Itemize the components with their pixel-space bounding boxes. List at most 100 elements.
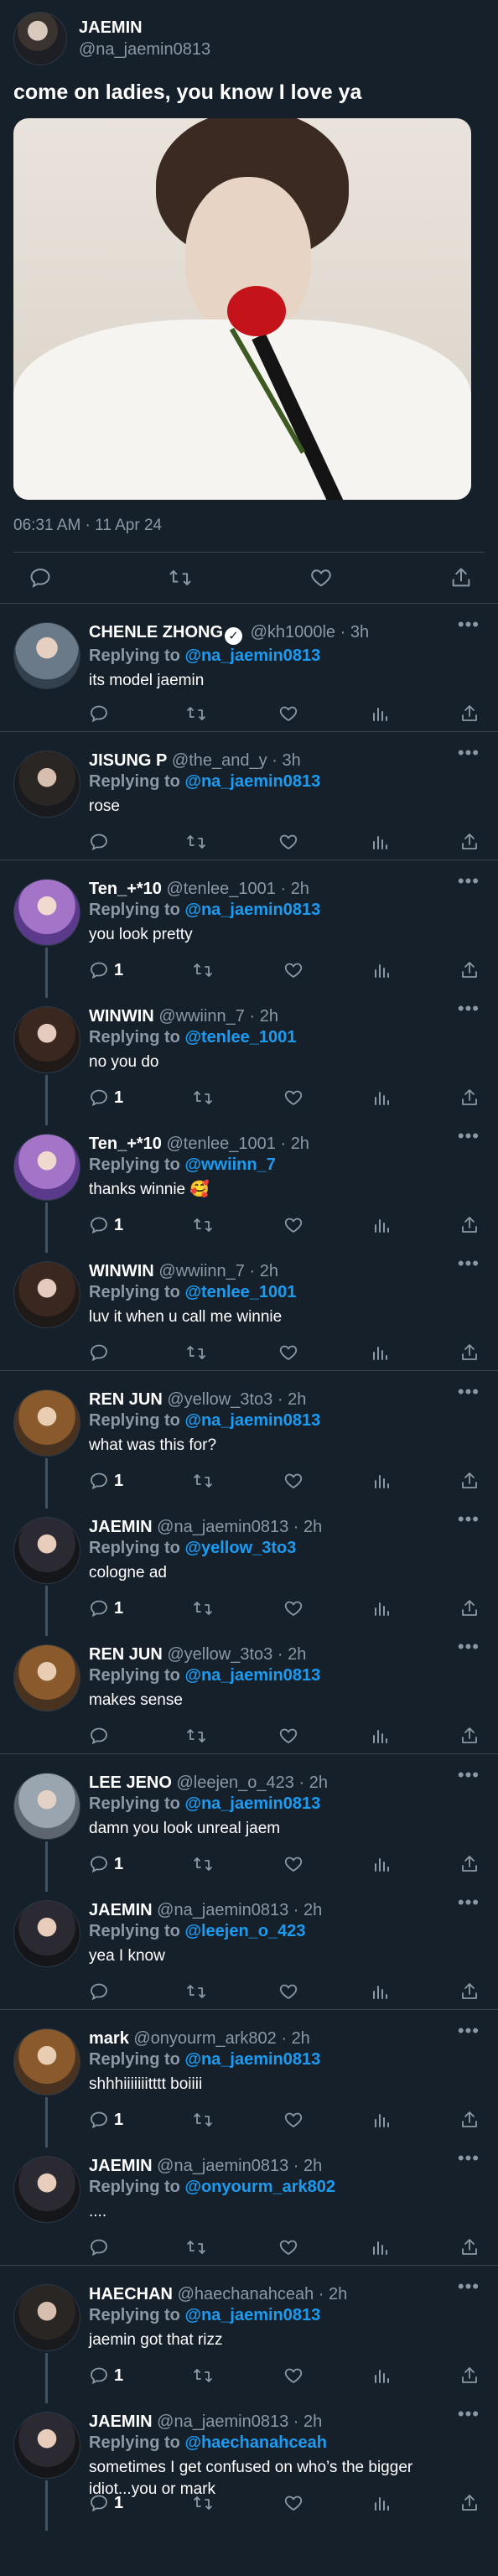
- reply-button[interactable]: [89, 1343, 114, 1363]
- retweet-button[interactable]: [192, 1215, 214, 1235]
- retweet-button[interactable]: [185, 704, 207, 724]
- avatar[interactable]: [13, 2412, 80, 2479]
- reply-tweet[interactable]: ••• REN JUN @yellow_3to3 · 2h Replying t…: [0, 1626, 498, 1754]
- like-button[interactable]: [278, 1726, 299, 1746]
- reply-author-name[interactable]: REN JUN: [89, 1645, 163, 1664]
- views-button[interactable]: [371, 1981, 389, 2002]
- reply-author-handle[interactable]: @tenlee_1001: [166, 1135, 275, 1153]
- avatar[interactable]: [13, 750, 80, 818]
- retweet-button[interactable]: [192, 2493, 214, 2513]
- avatar[interactable]: [13, 2284, 80, 2351]
- share-button[interactable]: [459, 2110, 480, 2130]
- reply-tweet[interactable]: ••• REN JUN @yellow_3to3 · 2h Replying t…: [0, 1371, 498, 1509]
- reply-author-name[interactable]: JAEMIN: [89, 1901, 153, 1919]
- replying-to-handle[interactable]: @na_jaemin0813: [184, 1411, 320, 1430]
- reply-tweet[interactable]: ••• Ten_+*10 @tenlee_1001 · 2h Replying …: [0, 1115, 498, 1253]
- reply-button[interactable]: 1: [89, 960, 123, 980]
- avatar[interactable]: [13, 2028, 80, 2096]
- avatar[interactable]: [13, 1900, 80, 1967]
- reply-button[interactable]: [89, 2237, 114, 2257]
- share-button[interactable]: [459, 1471, 480, 1491]
- reply-button[interactable]: 1: [89, 1854, 123, 1874]
- avatar[interactable]: [13, 1517, 80, 1584]
- replying-to-handle[interactable]: @na_jaemin0813: [184, 1794, 320, 1813]
- views-button[interactable]: [372, 2493, 391, 2513]
- reply-tweet[interactable]: ••• WINWIN @wwiinn_7 · 2h Replying to @t…: [0, 1243, 498, 1371]
- avatar[interactable]: [13, 1773, 80, 1840]
- retweet-button[interactable]: [192, 2366, 214, 2386]
- reply-tweet[interactable]: ••• WINWIN @wwiinn_7 · 2h Replying to @t…: [0, 988, 498, 1125]
- reply-button[interactable]: 1: [89, 1088, 123, 1108]
- share-button[interactable]: [459, 1598, 480, 1618]
- reply-author-handle[interactable]: @the_and_y: [172, 751, 267, 770]
- avatar[interactable]: [13, 12, 67, 65]
- like-button[interactable]: [283, 1215, 304, 1235]
- reply-author-handle[interactable]: @yellow_3to3: [167, 1390, 272, 1409]
- like-button[interactable]: [283, 960, 304, 980]
- reply-tweet[interactable]: ••• JISUNG P @the_and_y · 3h Replying to…: [0, 732, 498, 860]
- reply-author-handle[interactable]: @kh1000le: [251, 623, 335, 641]
- views-button[interactable]: [371, 832, 389, 852]
- share-button[interactable]: [459, 1981, 480, 2002]
- replying-to-handle[interactable]: @na_jaemin0813: [184, 2050, 320, 2069]
- reply-tweet[interactable]: ••• mark @onyourm_ark802 · 2h Replying t…: [0, 2010, 498, 2148]
- reply-button[interactable]: 1: [89, 1598, 123, 1618]
- retweet-button[interactable]: [192, 2110, 214, 2130]
- retweet-button[interactable]: [192, 1088, 214, 1108]
- like-icon[interactable]: [309, 566, 334, 589]
- author-handle[interactable]: @na_jaemin0813: [79, 39, 210, 60]
- retweet-button[interactable]: [192, 1854, 214, 1874]
- avatar[interactable]: [13, 1389, 80, 1457]
- reply-author-handle[interactable]: @wwiinn_7: [158, 1262, 245, 1280]
- share-button[interactable]: [459, 960, 480, 980]
- views-button[interactable]: [372, 2110, 391, 2130]
- like-button[interactable]: [278, 832, 299, 852]
- reply-author-name[interactable]: Ten_+*10: [89, 1135, 162, 1153]
- replying-to-handle[interactable]: @na_jaemin0813: [184, 901, 320, 919]
- views-button[interactable]: [372, 1471, 391, 1491]
- replying-to-handle[interactable]: @haechanahceah: [184, 2433, 327, 2452]
- avatar[interactable]: [13, 879, 80, 946]
- retweet-button[interactable]: [185, 2237, 207, 2257]
- share-button[interactable]: [459, 1726, 480, 1746]
- like-button[interactable]: [283, 2366, 304, 2386]
- reply-tweet[interactable]: ••• JAEMIN @na_jaemin0813 · 2h Replying …: [0, 1882, 498, 2010]
- views-button[interactable]: [372, 1215, 391, 1235]
- reply-author-handle[interactable]: @wwiinn_7: [158, 1007, 245, 1026]
- like-button[interactable]: [278, 2237, 299, 2257]
- views-button[interactable]: [372, 2366, 391, 2386]
- share-button[interactable]: [459, 832, 480, 852]
- reply-author-name[interactable]: WINWIN: [89, 1007, 154, 1026]
- reply-button[interactable]: 1: [89, 2110, 123, 2130]
- reply-button[interactable]: 1: [89, 1215, 123, 1235]
- reply-tweet[interactable]: ••• CHENLE ZHONG ✓ @kh1000le · 3h Replyin…: [0, 604, 498, 732]
- reply-author-name[interactable]: Ten_+*10: [89, 880, 162, 898]
- share-button[interactable]: [459, 1088, 480, 1108]
- avatar[interactable]: [13, 1261, 80, 1328]
- replying-to-handle[interactable]: @onyourm_ark802: [184, 2178, 335, 2196]
- reply-button[interactable]: [89, 1726, 114, 1746]
- reply-icon[interactable]: [29, 566, 52, 589]
- reply-button[interactable]: 1: [89, 2493, 123, 2513]
- views-button[interactable]: [371, 2237, 389, 2257]
- tweet-timestamp[interactable]: 06:31 AM · 11 Apr 24: [13, 517, 485, 553]
- like-button[interactable]: [283, 1088, 304, 1108]
- reply-button[interactable]: [89, 704, 114, 724]
- like-button[interactable]: [283, 2110, 304, 2130]
- retweet-icon[interactable]: [168, 566, 193, 589]
- reply-author-name[interactable]: WINWIN: [89, 1262, 154, 1280]
- reply-author-name[interactable]: mark: [89, 2029, 129, 2048]
- replying-to-handle[interactable]: @wwiinn_7: [184, 1156, 275, 1174]
- share-button[interactable]: [459, 1215, 480, 1235]
- author-display-name[interactable]: JAEMIN: [79, 17, 210, 39]
- avatar[interactable]: [13, 1644, 80, 1711]
- views-button[interactable]: [371, 1343, 389, 1363]
- reply-author-handle[interactable]: @na_jaemin0813: [157, 2412, 288, 2431]
- retweet-button[interactable]: [185, 832, 207, 852]
- replying-to-handle[interactable]: @yellow_3to3: [184, 1539, 296, 1557]
- views-button[interactable]: [372, 1854, 391, 1874]
- like-button[interactable]: [278, 1343, 299, 1363]
- share-button[interactable]: [459, 2237, 480, 2257]
- reply-tweet[interactable]: ••• JAEMIN @na_jaemin0813 · 2h Replying …: [0, 1498, 498, 1636]
- reply-button[interactable]: [89, 1981, 114, 2002]
